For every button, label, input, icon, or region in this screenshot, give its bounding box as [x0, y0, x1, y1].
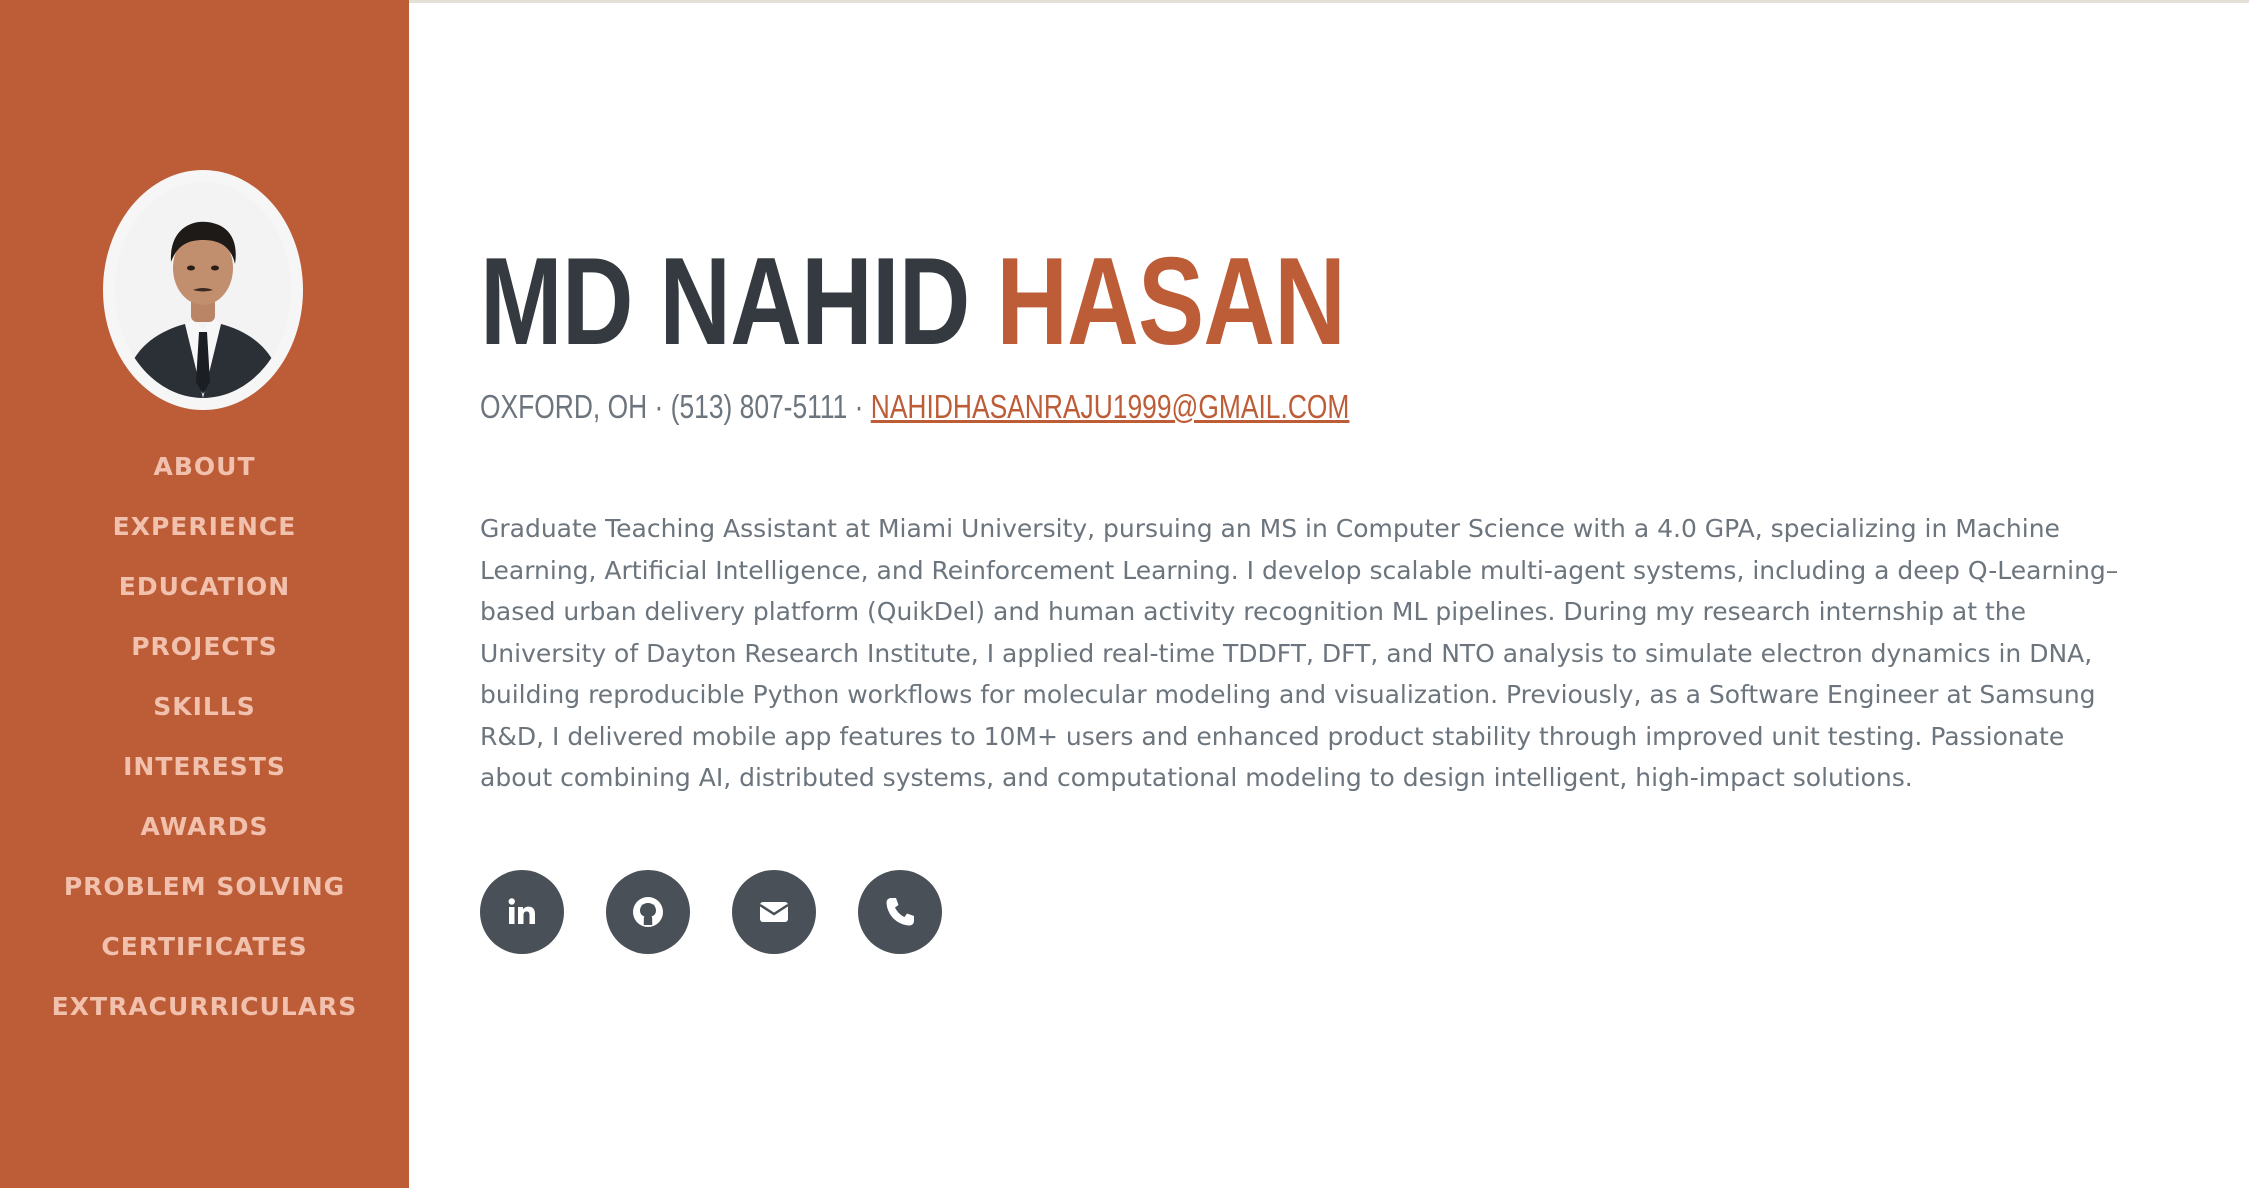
- envelope-icon: [759, 902, 789, 922]
- nav-link-education[interactable]: EDUCATION: [119, 572, 290, 601]
- nav-item-problem-solving: PROBLEM SOLVING: [0, 857, 409, 917]
- nav-item-interests: INTERESTS: [0, 737, 409, 797]
- first-name: MD NAHID: [480, 233, 970, 371]
- nav-link-extracurriculars[interactable]: EXTRACURRICULARS: [52, 992, 358, 1021]
- last-name: HASAN: [996, 233, 1346, 371]
- nav-item-experience: EXPERIENCE: [0, 497, 409, 557]
- nav-link-projects[interactable]: PROJECTS: [131, 632, 278, 661]
- location: OXFORD, OH: [480, 388, 648, 425]
- nav-item-education: EDUCATION: [0, 557, 409, 617]
- github-button[interactable]: [606, 870, 690, 954]
- nav-item-extracurriculars: EXTRACURRICULARS: [0, 977, 409, 1037]
- github-icon: [633, 897, 663, 927]
- nav-link-problem-solving[interactable]: PROBLEM SOLVING: [64, 872, 345, 901]
- profile-photo: [115, 182, 291, 398]
- phone-icon: [886, 898, 914, 926]
- nav-item-projects: PROJECTS: [0, 617, 409, 677]
- social-icons: [480, 870, 984, 954]
- nav-link-certificates[interactable]: CERTIFICATES: [101, 932, 307, 961]
- phone-button[interactable]: [858, 870, 942, 954]
- nav-link-awards[interactable]: AWARDS: [140, 812, 268, 841]
- nav-link-about[interactable]: ABOUT: [153, 452, 255, 481]
- nav-item-awards: AWARDS: [0, 797, 409, 857]
- email-link[interactable]: NAHIDHASANRAJU1999@GMAIL.COM: [871, 388, 1350, 425]
- nav-item-certificates: CERTIFICATES: [0, 917, 409, 977]
- contact-line: OXFORD, OH · (513) 807-5111 · NAHIDHASAN…: [480, 388, 1349, 426]
- sidebar-nav: ABOUT EXPERIENCE EDUCATION PROJECTS SKIL…: [0, 437, 409, 1037]
- nav-link-skills[interactable]: SKILLS: [153, 692, 256, 721]
- linkedin-icon: [508, 898, 535, 924]
- avatar: [103, 170, 303, 410]
- linkedin-button[interactable]: [480, 870, 564, 954]
- nav-item-skills: SKILLS: [0, 677, 409, 737]
- separator: ·: [847, 388, 871, 425]
- nav-item-about: ABOUT: [0, 437, 409, 497]
- separator: ·: [647, 388, 671, 425]
- page-title: MD NAHID HASAN: [480, 232, 1346, 372]
- nav-link-interests[interactable]: INTERESTS: [123, 752, 286, 781]
- nav-link-experience[interactable]: EXPERIENCE: [113, 512, 297, 541]
- email-button[interactable]: [732, 870, 816, 954]
- phone-number: (513) 807-5111: [670, 388, 848, 425]
- sidebar: ABOUT EXPERIENCE EDUCATION PROJECTS SKIL…: [0, 0, 409, 1188]
- bio-paragraph: Graduate Teaching Assistant at Miami Uni…: [480, 514, 2119, 792]
